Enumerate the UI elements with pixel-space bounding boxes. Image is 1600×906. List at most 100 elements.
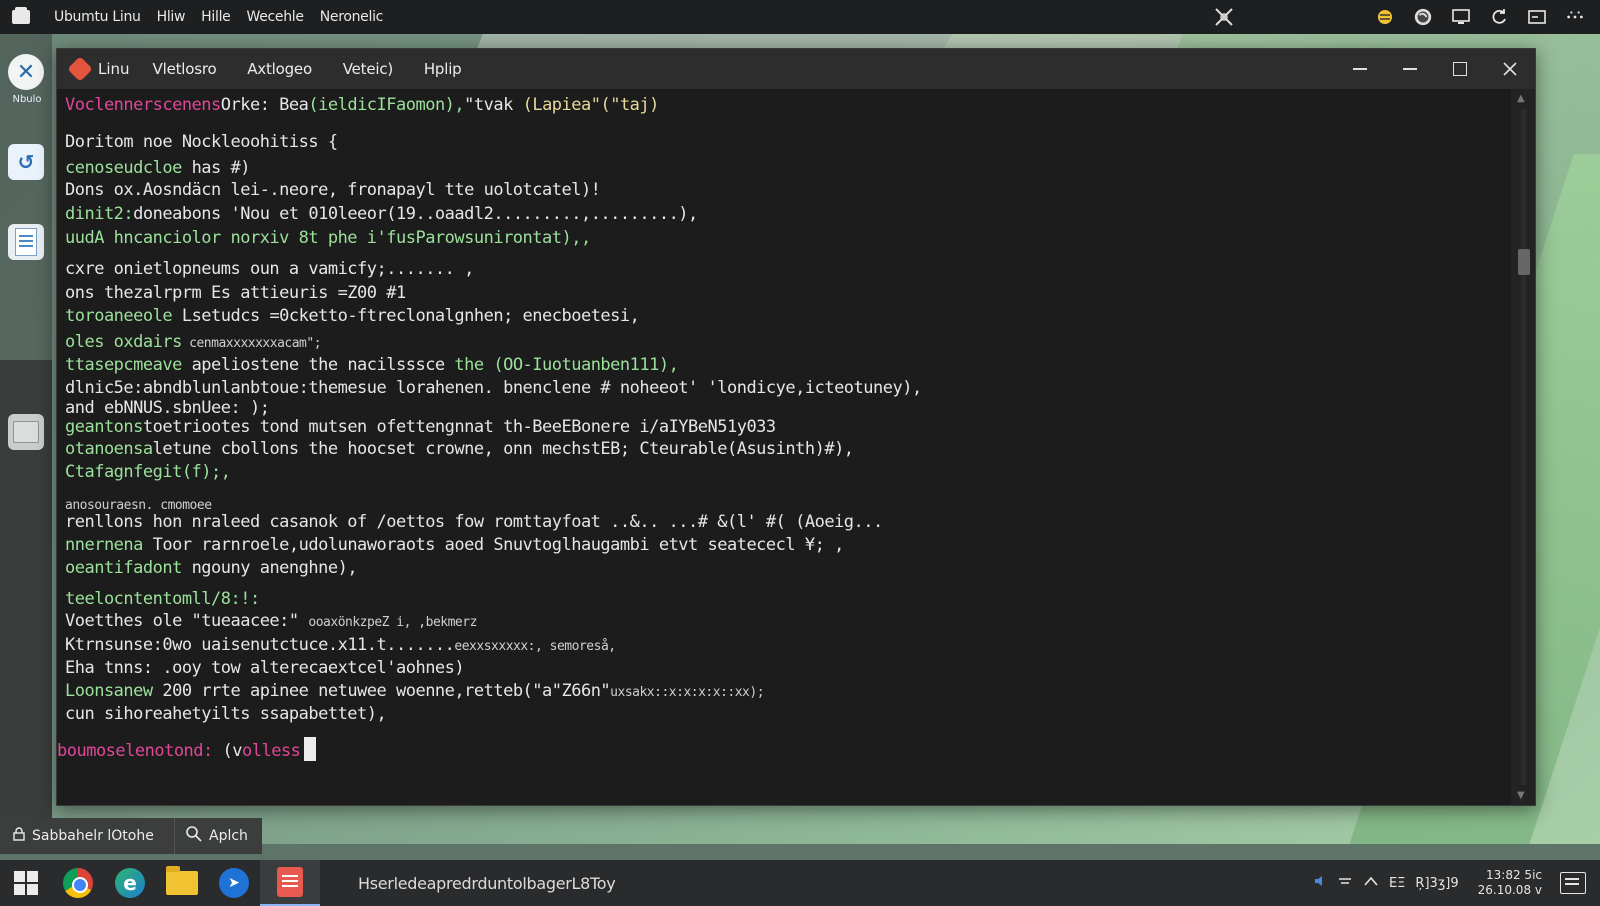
terminal-line: Eha tnns: .ooy tow alterecaextcel'aohnes… <box>65 658 465 678</box>
taskbar-active-title[interactable]: HserledeapredrduntolbagerL8Toy <box>358 874 616 893</box>
search-area: Sabbahelr lOtohe Aplch <box>0 818 262 854</box>
scrollbar[interactable]: ▲ ▼ <box>1511 89 1535 805</box>
terminal-line: oeantifadont ngouny anenghne), <box>65 558 358 578</box>
panel-tray <box>1366 0 1594 34</box>
window-controls <box>1335 49 1535 89</box>
notification-icon[interactable] <box>1560 872 1586 894</box>
terminal-app-icon <box>67 56 93 82</box>
clock-time: 13:82 5ic <box>1486 868 1542 882</box>
close-x-icon[interactable] <box>1213 6 1235 33</box>
terminal-line: ons thezalrprm Es attieuris =Z00 #1 <box>65 283 406 303</box>
chrome-icon[interactable] <box>52 860 104 906</box>
top-menu-item[interactable]: Neronelic <box>312 9 391 25</box>
display-icon[interactable] <box>1451 7 1471 27</box>
scroll-up-icon[interactable]: ▲ <box>1517 93 1525 104</box>
network-icon[interactable] <box>1337 874 1353 892</box>
start-button[interactable] <box>0 860 52 906</box>
dock: ✕ Nbulo ↺ <box>0 34 52 844</box>
minimize-button[interactable] <box>1335 49 1385 89</box>
terminal-line: Voetthes ole "tueaacee:" ooaxönkzpeZ i, … <box>65 611 477 631</box>
terminal-header-line: VoclennerscenensOrke: Bea(ieldicIFaomon)… <box>65 95 659 115</box>
clock-date: 26.10.08 v <box>1477 883 1542 897</box>
windows-logo-icon <box>14 871 38 895</box>
scroll-down-icon[interactable]: ▼ <box>1517 790 1525 801</box>
terminal-prompt[interactable]: boumoselenotond: (volless <box>57 737 317 761</box>
terminal-line: Doritom noe Nockleoohitiss { <box>65 132 338 152</box>
terminal-line: Ktrnsunse:0wo uaisenutctuce.x11.t.......… <box>65 635 616 655</box>
terminal-line: otanoensaletune cbollons the hoocset cro… <box>65 439 854 459</box>
chevron-up-icon[interactable] <box>1363 875 1379 891</box>
terminal-line: toroaneeole Lsetudcs =0cketto-ftreclonal… <box>65 306 640 326</box>
terminal-window: Linu Vletlosro Axtlogeo Veteic) Hplip Vo… <box>56 48 1536 806</box>
terminal-line: cxre onietlopneums oun a vamicfy;.......… <box>65 259 474 279</box>
window-title: Linu <box>98 60 130 78</box>
search-icon <box>185 825 203 847</box>
lock-icon <box>12 827 26 845</box>
header-segment: (Lapiea"("taj) <box>522 95 660 115</box>
window-menu: Vletlosro Axtlogeo Veteic) Hplip <box>140 60 475 78</box>
system-tray: ΕΞ Ŗ]3ʒ]9 13:82 5ic 26.10.08 v <box>1308 860 1600 906</box>
dock-document-icon[interactable] <box>8 224 44 260</box>
terminal-line: anosouraesn. cmomoee <box>65 498 212 513</box>
scroll-track[interactable] <box>1521 109 1526 785</box>
terminal-line: oles oxdairs cenmaxxxxxxxacam"; <box>65 332 322 352</box>
top-menu-item[interactable]: Hille <box>193 9 238 25</box>
terminal-line: nnernena Toor rarnroele,udolunaworaots a… <box>65 535 844 555</box>
navigation-icon[interactable]: ➤ <box>208 860 260 906</box>
terminal-line: Loonsanew 200 rrte apinee netuwee woenne… <box>65 681 765 701</box>
scroll-thumb[interactable] <box>1518 249 1530 275</box>
text-cursor <box>304 737 317 761</box>
dock-item-label: Nbulo <box>12 94 42 105</box>
window-menu-item[interactable]: Axtlogeo <box>234 60 325 78</box>
top-menu: Ubumtu Linu Hliw Hille Wecehle Neronelic <box>46 9 391 25</box>
window-icon[interactable] <box>1527 7 1547 27</box>
top-menu-item[interactable]: Ubumtu Linu <box>46 9 149 25</box>
window-titlebar[interactable]: Linu Vletlosro Axtlogeo Veteic) Hplip <box>57 49 1535 89</box>
terminal-line: Ctafagnfegit(f);, <box>65 462 231 482</box>
dock-app-launcher-icon[interactable]: ✕ <box>8 54 44 90</box>
terminal-line: cenoseudcloe has #) <box>65 158 250 178</box>
terminal-line: teelocntentomll/8:!: <box>65 589 260 609</box>
globe-icon[interactable] <box>1413 7 1433 27</box>
clock[interactable]: 13:82 5ic 26.10.08 v <box>1478 868 1542 898</box>
window-menu-item[interactable]: Vletlosro <box>140 60 230 78</box>
terminal-line: cun sihoreahetyilts ssapabettet), <box>65 704 387 724</box>
window-menu-item[interactable]: Veteic) <box>330 60 406 78</box>
edge-icon[interactable]: e <box>104 860 156 906</box>
refresh-icon[interactable] <box>1489 7 1509 27</box>
more-icon[interactable] <box>1565 7 1585 27</box>
bee-icon[interactable] <box>1375 7 1395 27</box>
search-left-label: Sabbahelr lOtohe <box>32 828 154 844</box>
maximize-button[interactable] <box>1435 49 1485 89</box>
terminal-line: dlnic5e:abndblunlanbtoue:themesue lorahe… <box>65 378 922 398</box>
ime-icon[interactable]: Ŗ]3ʒ]9 <box>1415 876 1458 891</box>
terminal-line: renllons hon nraleed casanok of /oettos … <box>65 512 883 532</box>
header-segment: (ieldicIFaomon), <box>308 95 465 115</box>
dock-files-icon[interactable] <box>8 414 44 450</box>
wallpaper-band <box>477 34 1183 48</box>
app-launcher-icon[interactable] <box>12 7 30 24</box>
header-segment: Voclennerscenens <box>65 95 221 115</box>
dock-browser-icon[interactable]: ↺ <box>8 144 44 180</box>
terminal-line: geantonstoetriootes tond mutsen ofetteng… <box>65 417 776 437</box>
terminal-output[interactable]: VoclennerscenensOrke: Bea(ieldicIFaomon)… <box>57 89 1511 805</box>
active-app-icon[interactable] <box>260 860 320 906</box>
window-menu-item[interactable]: Hplip <box>411 60 475 78</box>
terminal-line: uudA hncanciolor norxiv 8t phe i'fusParo… <box>65 228 591 248</box>
search-right-label: Aplch <box>209 828 248 844</box>
terminal-line: dinit2:doneabons 'Nou et 010leeor(19..oa… <box>65 204 698 224</box>
terminal-line: Dons ox.Aosndäcn lei-.neore, fronapayl t… <box>65 180 601 200</box>
top-menu-item[interactable]: Hliw <box>149 9 194 25</box>
minimize-alt-button[interactable] <box>1385 49 1435 89</box>
search-segment[interactable]: Aplch <box>175 818 248 854</box>
close-button[interactable] <box>1485 49 1535 89</box>
keyboard-icon[interactable]: ΕΞ <box>1389 876 1405 891</box>
folder-icon[interactable] <box>156 860 208 906</box>
search-segment[interactable]: Sabbahelr lOtohe <box>0 818 175 854</box>
prompt-arg: olless <box>241 741 301 761</box>
top-menu-item[interactable]: Wecehle <box>238 9 311 25</box>
terminal-line: and ebNNUS.sbnUee: ); <box>65 398 270 418</box>
prompt-arg: (v <box>212 741 243 761</box>
speaker-icon[interactable] <box>1313 874 1327 892</box>
header-segment: Orke: Bea <box>220 95 309 115</box>
